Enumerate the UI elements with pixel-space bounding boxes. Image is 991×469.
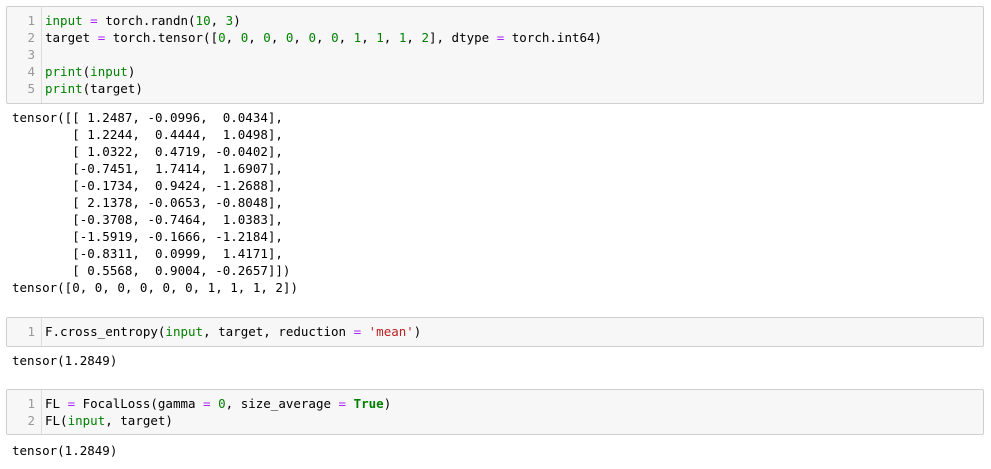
code-editor[interactable]: 1 input = torch.randn(10, 3) 2 target = tor… [7, 7, 983, 97]
code-token: 0 [218, 396, 226, 411]
code-token: 0 [308, 30, 317, 45]
code-editor[interactable]: 1 F.cross_entropy(input, target, reductio… [7, 318, 983, 340]
code-token: , [361, 30, 377, 45]
code-token: = [67, 396, 76, 411]
code-token: , [383, 30, 399, 45]
code-token: torch.tensor([ [105, 30, 219, 45]
code-token: input [90, 64, 128, 79]
line-number: 2 [27, 413, 35, 428]
line-number: 1 [27, 13, 35, 28]
code-token: True [353, 396, 384, 411]
code-token: target [45, 30, 98, 45]
code-token: 10 [195, 13, 211, 28]
code-token: torch.randn( [97, 13, 196, 28]
code-token: , [316, 30, 332, 45]
code-token: 'mean' [368, 324, 414, 339]
line-number: 5 [27, 81, 35, 96]
code-line[interactable]: 4 print(input) [7, 63, 983, 80]
code-line[interactable]: 2 FL(input, target) [7, 412, 983, 429]
code-token: ) [383, 396, 392, 411]
code-token: 0 [218, 30, 226, 45]
code-cell-1[interactable]: 1 input = torch.randn(10, 3) 2 target = tor… [6, 6, 984, 104]
code-token: 2 [421, 30, 429, 45]
code-token: input [45, 13, 83, 28]
line-number: 2 [27, 30, 35, 45]
code-token: ) [127, 64, 136, 79]
code-token: , [210, 13, 226, 28]
code-line[interactable]: 3 [7, 46, 983, 63]
code-token: = [353, 324, 362, 339]
code-token: input [67, 413, 106, 428]
cell-output-2: tensor(1.2849) [12, 353, 118, 368]
code-token: , [270, 30, 286, 45]
code-line[interactable]: 1 F.cross_entropy(input, target, reductio… [7, 323, 983, 340]
code-line[interactable]: 1 input = torch.randn(10, 3) [7, 12, 983, 29]
code-token: 0 [331, 30, 339, 45]
code-token: , target, reduction [203, 324, 354, 339]
code-token: ) [413, 324, 422, 339]
code-token: = [90, 13, 98, 28]
code-token: FL [45, 396, 68, 411]
code-token: print [45, 64, 83, 79]
code-text: print(input) [39, 63, 135, 80]
code-token: , [406, 30, 422, 45]
line-number: 4 [27, 64, 35, 79]
code-token: = [203, 396, 211, 411]
code-token: torch.int64) [504, 30, 603, 45]
code-token: print [45, 81, 83, 96]
code-token: , [293, 30, 309, 45]
code-token: (target) [82, 81, 143, 96]
cell-output-1: tensor([[ 1.2487, -0.0996, 0.0434], [ 1.… [12, 110, 298, 295]
code-text: FL(input, target) [39, 412, 173, 429]
code-token: , [248, 30, 264, 45]
code-token: ], dtype [428, 30, 497, 45]
code-token: , target) [105, 413, 173, 428]
code-token: F.cross_entropy( [45, 324, 166, 339]
code-line[interactable]: 5 print(target) [7, 80, 983, 97]
code-token: , size_average [225, 396, 339, 411]
code-token: = [338, 396, 347, 411]
code-line[interactable]: 2 target = torch.tensor([0, 0, 0, 0, 0, 0… [7, 29, 983, 46]
code-token: , [338, 30, 354, 45]
code-token: 0 [263, 30, 271, 45]
cell-output-3: tensor(1.2849) [12, 443, 118, 458]
code-text: input = torch.randn(10, 3) [39, 12, 241, 29]
code-token: ) [233, 13, 241, 28]
code-text: F.cross_entropy(input, target, reduction… [39, 323, 421, 340]
code-editor[interactable]: 1 FL = FocalLoss(gamma = 0, size_average … [7, 390, 983, 429]
code-token: FocalLoss(gamma [75, 396, 204, 411]
code-text: target = torch.tensor([0, 0, 0, 0, 0, 0,… [39, 29, 602, 46]
code-cell-2[interactable]: 1 F.cross_entropy(input, target, reductio… [6, 317, 984, 347]
code-token: input [165, 324, 204, 339]
code-token: 1 [376, 30, 384, 45]
code-token: FL( [45, 413, 68, 428]
code-line[interactable]: 1 FL = FocalLoss(gamma = 0, size_average … [7, 395, 983, 412]
code-text: FL = FocalLoss(gamma = 0, size_average =… [39, 395, 391, 412]
line-number: 1 [27, 396, 35, 411]
code-token: , [225, 30, 241, 45]
line-number: 3 [27, 47, 35, 62]
line-number: 1 [27, 324, 35, 339]
code-cell-3[interactable]: 1 FL = FocalLoss(gamma = 0, size_average … [6, 389, 984, 435]
code-text: print(target) [39, 80, 143, 97]
